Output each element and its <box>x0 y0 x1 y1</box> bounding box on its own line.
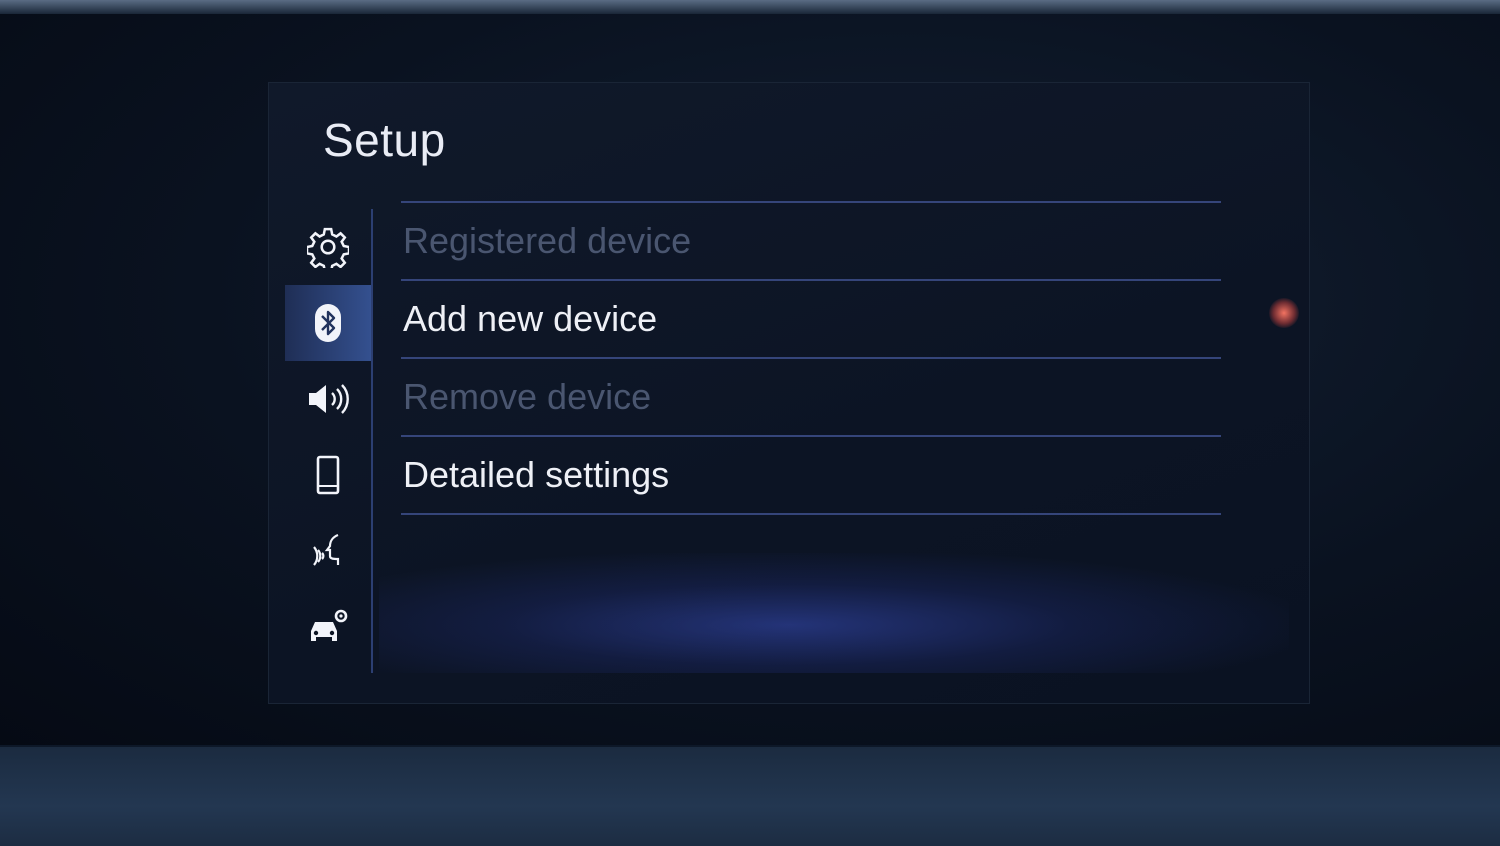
menu-item-label: Detailed settings <box>403 454 670 495</box>
menu-item-label: Add new device <box>403 298 658 339</box>
reflection-glint <box>1269 298 1299 328</box>
infotainment-screen: Setup Registered device Add new device R… <box>268 82 1310 704</box>
sidebar-item-general[interactable] <box>285 209 371 285</box>
car-settings-icon <box>305 607 351 647</box>
phone-icon <box>315 455 341 495</box>
sidebar-item-audio[interactable] <box>285 361 371 437</box>
menu-item-label: Registered device <box>403 220 692 261</box>
sidebar-item-phone[interactable] <box>285 437 371 513</box>
gear-icon <box>307 226 349 268</box>
menu-item-detailed-settings[interactable]: Detailed settings <box>401 435 1221 515</box>
sidebar-item-voice[interactable] <box>285 513 371 589</box>
bezel-top-edge <box>0 0 1500 14</box>
menu-item-registered-device: Registered device <box>401 201 1221 279</box>
background-glow <box>379 553 1289 673</box>
bluetooth-menu-list: Registered device Add new device Remove … <box>401 201 1221 515</box>
voice-icon <box>308 531 348 571</box>
sidebar-item-vehicle[interactable] <box>285 589 371 665</box>
setup-category-sidebar <box>285 209 373 673</box>
bluetooth-icon <box>313 303 343 343</box>
menu-item-label: Remove device <box>403 376 652 417</box>
menu-item-remove-device: Remove device <box>401 357 1221 435</box>
sidebar-item-bluetooth[interactable] <box>285 285 371 361</box>
menu-item-add-new-device[interactable]: Add new device <box>401 279 1221 357</box>
speaker-icon <box>305 379 351 419</box>
dashboard-trim <box>0 745 1500 846</box>
page-title: Setup <box>323 114 446 166</box>
